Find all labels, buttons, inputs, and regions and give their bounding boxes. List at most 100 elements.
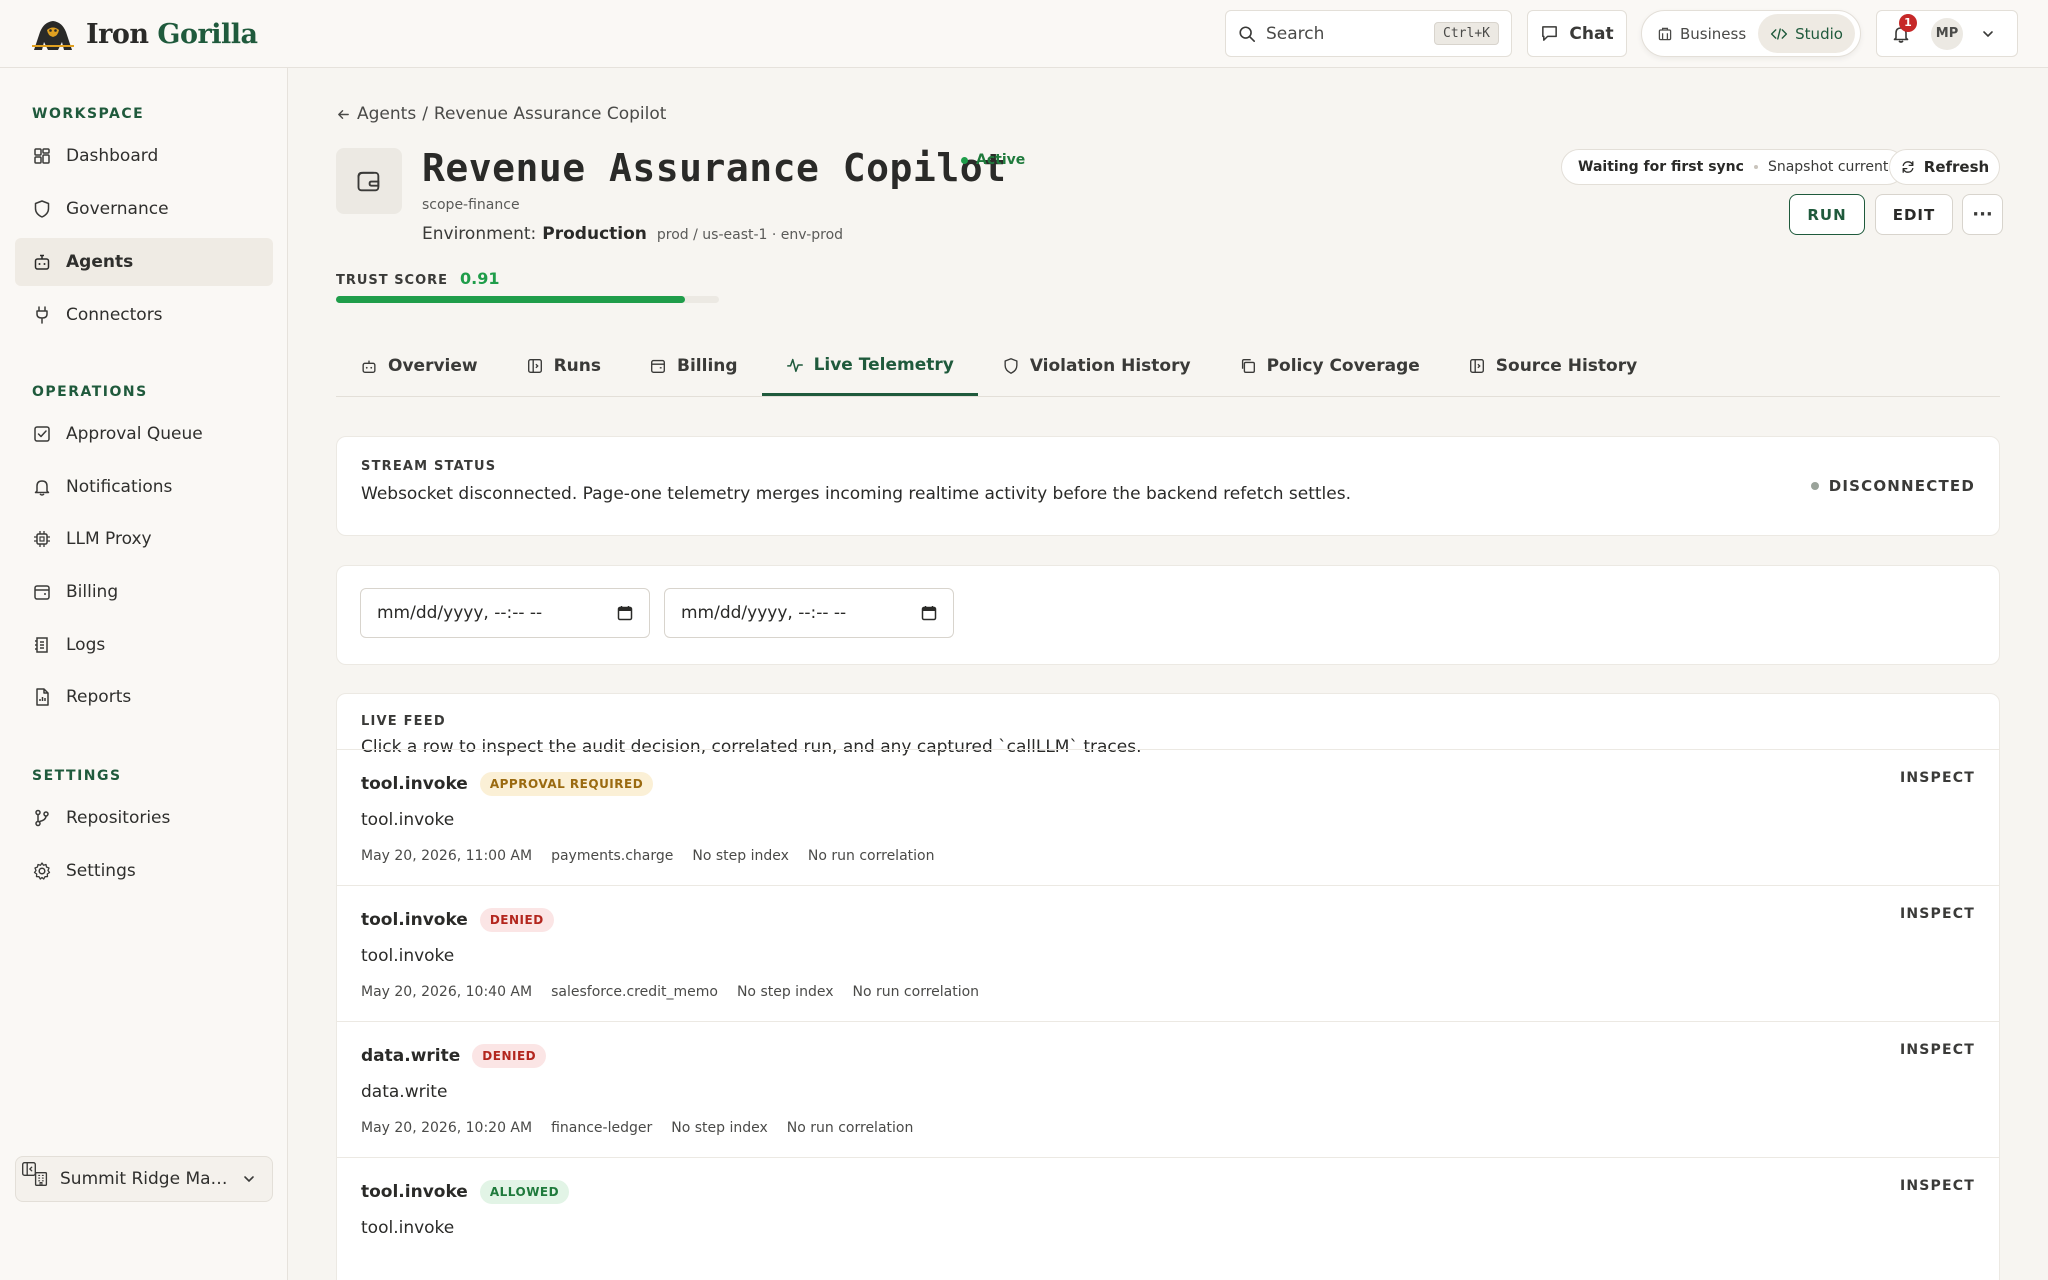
inspect-button[interactable]: INSPECT (1900, 770, 1975, 786)
sidebar-section-settings: SETTINGS (32, 768, 122, 784)
event-action: tool.invoke (361, 1218, 455, 1238)
event-time: May 20, 2026, 11:00 AM (361, 848, 533, 864)
sidebar-item-connectors[interactable]: Connectors (15, 291, 273, 339)
git-branch-icon (35, 809, 49, 827)
tab-overview[interactable]: Overview (336, 336, 502, 396)
table-row[interactable]: tool.invoke APPROVAL REQUIRED tool.invok… (337, 749, 1999, 885)
sidebar-item-dashboard[interactable]: Dashboard (15, 132, 273, 180)
mode-business[interactable]: Business (1645, 14, 1758, 53)
bell-icon (34, 480, 50, 496)
breadcrumb-parent[interactable]: Agents (357, 104, 416, 124)
sidebar-item-governance[interactable]: Governance (15, 185, 273, 233)
sidebar-item-agents[interactable]: Agents (15, 238, 273, 286)
event-time: May 20, 2026, 10:40 AM (361, 984, 533, 1000)
event-meta: May 20, 2026, 11:00 AM payments.charge N… (361, 848, 934, 864)
more-options-button[interactable]: ··· (1962, 194, 2003, 235)
search-box[interactable]: Search Ctrl+K (1225, 10, 1512, 57)
sidebar-item-logs[interactable]: Logs (15, 621, 273, 669)
event-step: No step index (692, 848, 789, 864)
sidebar-item-label: Notifications (66, 477, 173, 497)
stream-status-card: STREAM STATUS Websocket disconnected. Pa… (336, 436, 2000, 536)
status-text: Active (976, 152, 1026, 168)
plug-icon (36, 306, 48, 324)
sidebar-item-settings[interactable]: Settings (15, 847, 273, 895)
avatar[interactable]: MP (1931, 17, 1963, 50)
code-icon (1771, 27, 1788, 40)
tab-source-history[interactable]: Source History (1444, 336, 1661, 396)
agent-scope: scope-finance (422, 197, 520, 213)
event-step: No step index (671, 1120, 768, 1136)
main-content: Agents / Revenue Assurance Copilot Reven… (289, 68, 2048, 1280)
event-run: No run correlation (786, 1120, 914, 1136)
event-run: No run correlation (807, 848, 935, 864)
notifications-button[interactable]: 1 (1889, 13, 1917, 46)
sidebar-item-label: LLM Proxy (66, 529, 152, 549)
mode-switch: Business Studio (1641, 10, 1861, 57)
gear-icon (33, 862, 51, 880)
tab-label: Source History (1495, 356, 1638, 376)
tab-billing[interactable]: Billing (625, 336, 762, 396)
search-input[interactable]: Search (1266, 24, 1424, 44)
tab-runs[interactable]: Runs (502, 336, 625, 396)
wallet-icon (357, 171, 380, 192)
connection-dot (1810, 482, 1819, 490)
event-meta: May 20, 2026, 10:20 AM finance-ledger No… (361, 1120, 913, 1136)
sidebar-item-label: Logs (66, 635, 106, 655)
date-filter-card: mm/dd/yyyy, --:-- -- mm/dd/yyyy, --:-- -… (336, 565, 2000, 665)
tab-policy-coverage[interactable]: Policy Coverage (1215, 336, 1444, 396)
table-row[interactable]: tool.invoke DENIED tool.invoke May 20, 2… (337, 885, 1999, 1021)
trust-score-label: TRUST SCORE (336, 273, 449, 288)
live-feed-label: LIVE FEED (361, 714, 446, 729)
event-resource: payments.charge (551, 848, 674, 864)
trust-score-fill (336, 296, 685, 303)
status-badge: APPROVAL REQUIRED (479, 772, 654, 796)
checkbox-icon (34, 426, 50, 442)
table-row[interactable]: tool.invoke ALLOWED tool.invoke INSPECT (337, 1157, 1999, 1280)
sidebar-item-llm-proxy[interactable]: LLM Proxy (15, 515, 273, 563)
event-time: May 20, 2026, 10:20 AM (361, 1120, 533, 1136)
user-menu[interactable]: 1 MP (1876, 10, 2018, 57)
chat-button[interactable]: Chat (1527, 10, 1627, 57)
event-resource: salesforce.credit_memo (551, 984, 718, 1000)
org-name: Summit Ridge Manu... (60, 1169, 232, 1189)
tab-label: Live Telemetry (813, 354, 954, 375)
inspect-button[interactable]: INSPECT (1900, 1178, 1975, 1194)
chat-label: Chat (1569, 23, 1614, 44)
separator-dot (1753, 165, 1758, 169)
brand-logo[interactable]: Iron Gorilla (30, 14, 258, 54)
sidebar-item-approval-queue[interactable]: Approval Queue (15, 410, 273, 458)
table-row[interactable]: data.write DENIED data.write May 20, 202… (337, 1021, 1999, 1157)
sidebar-item-label: Reports (66, 687, 132, 707)
snapshot-state: Snapshot current (1767, 159, 1889, 175)
sidebar-item-reports[interactable]: Reports (15, 673, 273, 721)
sidebar-item-label: Billing (66, 582, 119, 602)
start-datetime-input[interactable]: mm/dd/yyyy, --:-- -- (360, 588, 650, 638)
edit-button[interactable]: EDIT (1875, 194, 1953, 235)
collapse-sidebar-button[interactable] (20, 1160, 38, 1182)
refresh-button[interactable]: Refresh (1889, 149, 2000, 185)
search-icon (1239, 25, 1256, 42)
run-button[interactable]: RUN (1789, 194, 1865, 235)
event-resource: finance-ledger (551, 1120, 653, 1136)
event-action: tool.invoke (361, 946, 455, 966)
refresh-label: Refresh (1923, 158, 1990, 176)
sidebar-item-billing[interactable]: Billing (15, 568, 273, 616)
logs-icon (35, 637, 48, 653)
sidebar-item-notifications[interactable]: Notifications (15, 463, 273, 511)
end-datetime-input[interactable]: mm/dd/yyyy, --:-- -- (664, 588, 954, 638)
shield-icon (1004, 358, 1018, 374)
org-switcher[interactable]: Summit Ridge Manu... (15, 1156, 273, 1202)
breadcrumb: Agents / Revenue Assurance Copilot (336, 104, 666, 124)
inspect-button[interactable]: INSPECT (1900, 1042, 1975, 1058)
tab-violation-history[interactable]: Violation History (978, 336, 1215, 396)
tab-live-telemetry[interactable]: Live Telemetry (761, 336, 978, 396)
wallet-icon (651, 359, 665, 373)
sidebar-collapse-icon (22, 1162, 36, 1176)
inspect-button[interactable]: INSPECT (1900, 906, 1975, 922)
search-shortcut: Ctrl+K (1434, 22, 1499, 45)
runs-icon (527, 359, 542, 373)
copy-icon (1241, 359, 1255, 373)
mode-studio[interactable]: Studio (1758, 14, 1855, 53)
sidebar-item-repositories[interactable]: Repositories (15, 794, 273, 842)
mode-studio-label: Studio (1795, 24, 1843, 43)
